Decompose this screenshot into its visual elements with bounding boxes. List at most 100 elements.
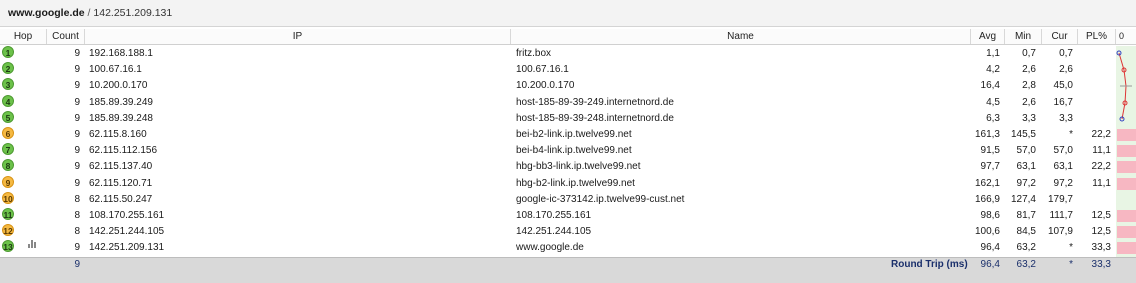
hop-avg: 100,6 [974,226,1000,238]
hop-name: 100.67.16.1 [516,64,569,76]
hop-name: host-185-89-39-248.internetnord.de [516,112,674,124]
footer-avg: 96,4 [980,259,1000,270]
packet-loss-indicator [1117,210,1136,222]
hop-ip: 142.251.209.131 [89,242,165,254]
hop-min: 0,7 [1022,48,1036,59]
hop-name: bei-b2-link.ip.twelve99.net [516,128,632,140]
bar-chart-icon[interactable] [28,240,38,249]
hop-count: 9 [74,80,80,92]
hop-min: 2,8 [1022,80,1036,92]
hop-cur: 57,0 [1053,145,1073,157]
hop-avg: 161,3 [974,128,1000,140]
table-row[interactable]: 8 9 62.115.137.40 hbg-bb3-link.ip.twelve99.… [0,159,1136,175]
hop-min: 2,6 [1022,96,1036,108]
col-name[interactable]: Name [511,29,971,44]
hop-cur: * [1069,242,1073,254]
col-hop[interactable]: Hop [0,29,47,44]
hop-cur: 2,6 [1059,64,1073,76]
hop-status-badge: 13 [2,240,14,253]
hop-count: 9 [74,48,80,59]
hop-avg: 16,4 [980,80,1000,92]
col-ip[interactable]: IP [85,29,511,44]
hop-status-badge: 12 [2,224,14,237]
footer-pl: 33,3 [1091,259,1111,270]
hop-min: 97,2 [1016,177,1036,189]
hop-min: 63,2 [1016,242,1036,254]
hop-name: bei-b4-link.ip.twelve99.net [516,145,632,157]
packet-loss-indicator [1117,177,1136,190]
hop-ip: 185.89.39.248 [89,112,153,124]
hop-packet-loss: 22,2 [1091,128,1111,140]
hop-packet-loss: 11,1 [1092,145,1111,157]
target-ip: 142.251.209.131 [93,7,173,19]
hop-avg: 166,9 [974,193,1000,205]
packet-loss-indicator [1117,242,1136,255]
target-host: www.google.de [8,7,85,19]
col-avg[interactable]: Avg [971,29,1005,44]
table-row[interactable]: 7 9 62.115.112.156 bei-b4-link.ip.twelve99.… [0,143,1136,159]
hop-ip: 10.200.0.170 [89,80,148,92]
hop-min: 3,3 [1022,112,1036,124]
table-row[interactable]: 10 8 62.115.50.247 google-ic-373142.ip.twel… [0,191,1136,208]
hop-ip: 192.168.188.1 [89,48,153,59]
hop-cur: 0,7 [1059,48,1073,59]
hop-packet-loss: 33,3 [1091,242,1111,254]
packet-loss-indicator [1117,161,1136,174]
col-graph[interactable]: 0 ms [1116,29,1136,56]
hop-ip: 62.115.50.247 [89,193,153,205]
hop-name: fritz.box [516,48,552,59]
col-count[interactable]: Count [47,29,85,44]
hop-avg: 96,4 [980,242,1000,254]
hop-status-badge: 6 [2,126,14,139]
table-row[interactable]: 11 8 108.170.255.161 108.170.255.161 98,6 81,… [0,207,1136,224]
hop-packet-loss: 12,5 [1091,209,1111,221]
hop-cur: 107,9 [1047,226,1073,238]
table-row[interactable]: 1 9 192.168.188.1 fritz.box 1,1 0,7 0,7 [0,46,1136,62]
hop-count: 9 [74,177,80,189]
hop-avg: 97,7 [980,161,1000,173]
table-row[interactable]: 12 8 142.251.244.105 142.251.244.105 100,6 84… [0,224,1136,240]
hop-status-badge: 4 [2,94,14,107]
hop-avg: 1,1 [986,48,1000,59]
hop-name: hbg-b2-link.ip.twelve99.net [516,177,635,189]
hop-count: 9 [74,112,80,124]
hop-name: 142.251.244.105 [516,226,592,238]
table-row[interactable]: 9 9 62.115.120.71 hbg-b2-link.ip.twelve99.n… [0,175,1136,192]
hop-cur: 16,7 [1053,96,1073,108]
hop-min: 145,5 [1010,128,1036,140]
hop-status-badge: 9 [2,175,14,188]
hop-status-badge: 8 [2,159,14,172]
hop-cur: 97,2 [1053,177,1073,189]
hop-min: 57,0 [1016,145,1036,157]
hop-status-badge: 7 [2,143,14,156]
table-row[interactable]: 3 9 10.200.0.170 10.200.0.170 16,4 2,8 45,0 [0,78,1136,94]
hop-name: www.google.de [516,242,584,254]
footer-count: 9 [74,259,80,270]
hop-status-badge: 2 [2,62,14,75]
hop-count: 9 [74,96,80,108]
target-title-bar: www.google.de / 142.251.209.131 [0,0,1136,27]
table-row[interactable]: 2 9 100.67.16.1 100.67.16.1 4,2 2,6 2,6 [0,62,1136,78]
table-row[interactable]: 13 9 142.251.209.131 www.google.de 96,4 63,2 *… [0,240,1136,256]
packet-loss-indicator [1117,226,1136,239]
table-row[interactable]: 6 9 62.115.8.160 bei-b2-link.ip.twelve99.ne… [0,126,1136,143]
hop-packet-loss: 22,2 [1091,161,1111,173]
hop-cur: 179,7 [1047,193,1073,205]
hop-count: 8 [74,209,80,221]
hop-ip: 62.115.112.156 [89,145,158,157]
hop-cur: 45,0 [1053,80,1073,92]
table-row[interactable]: 5 9 185.89.39.248 host-185-89-39-248.intern… [0,110,1136,127]
col-pl[interactable]: PL% [1078,29,1116,44]
hop-min: 81,7 [1016,209,1036,221]
col-min[interactable]: Min [1005,29,1042,44]
hop-name: hbg-bb3-link.ip.twelve99.net [516,161,641,173]
hop-avg: 162,1 [974,177,1000,189]
hop-ip: 142.251.244.105 [89,226,165,238]
hop-min: 127,4 [1010,193,1036,205]
hop-name: 108.170.255.161 [516,209,592,221]
col-cur[interactable]: Cur [1042,29,1078,44]
footer-cur: * [1069,259,1073,270]
table-row[interactable]: 4 9 185.89.39.249 host-185-89-39-249.intern… [0,94,1136,111]
hop-name: 10.200.0.170 [516,80,575,92]
hop-min: 63,1 [1016,161,1036,173]
